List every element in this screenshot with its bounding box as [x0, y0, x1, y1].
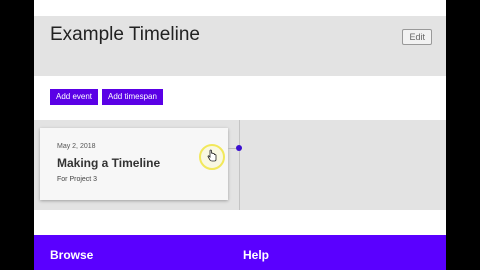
timeline-area: May 2, 2018 Making a Timeline For Projec…: [34, 120, 446, 210]
footer-help-link[interactable]: Help: [243, 248, 269, 262]
timeline-header: Example Timeline Edit: [34, 16, 446, 76]
timeline-page: Example Timeline Edit Add event Add time…: [34, 0, 446, 270]
event-date: May 2, 2018: [57, 143, 96, 150]
edit-button[interactable]: Edit: [402, 29, 432, 45]
page-title: Example Timeline: [50, 24, 200, 45]
event-subtitle: For Project 3: [57, 176, 98, 183]
footer: Browse Help: [34, 235, 446, 270]
cursor-highlight: [199, 144, 225, 170]
timeline-axis: [239, 120, 240, 210]
event-connector: [228, 148, 236, 149]
event-card[interactable]: May 2, 2018 Making a Timeline For Projec…: [40, 128, 228, 200]
add-event-button[interactable]: Add event: [50, 89, 99, 105]
footer-browse-link[interactable]: Browse: [50, 248, 93, 262]
event-marker-dot[interactable]: [236, 145, 242, 151]
hand-pointer-icon: [207, 149, 217, 162]
event-title: Making a Timeline: [57, 156, 161, 170]
add-timespan-button[interactable]: Add timespan: [102, 89, 163, 105]
